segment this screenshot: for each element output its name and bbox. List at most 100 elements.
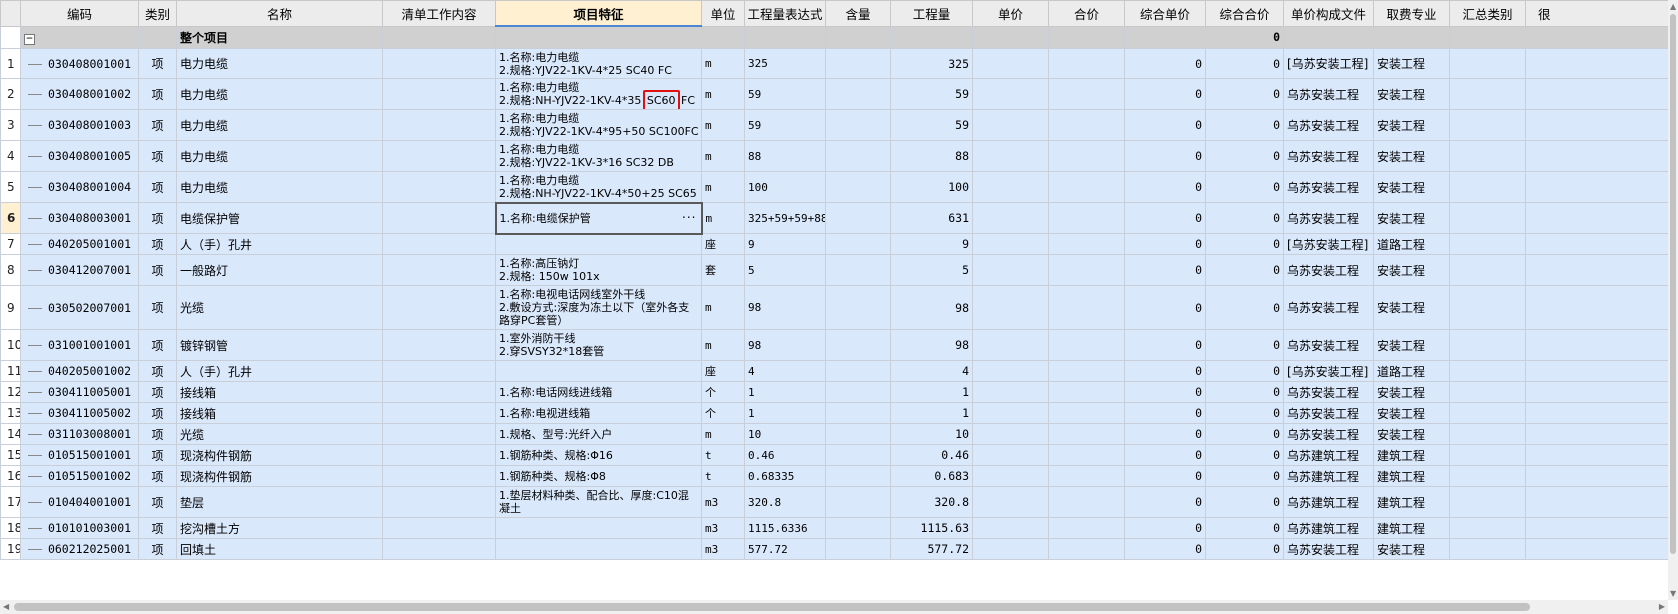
cell-unit-price[interactable] <box>972 78 1049 110</box>
cell-code[interactable]: 030408001003 <box>20 109 139 141</box>
cell-price-file[interactable]: [乌苏安装工程] <box>1283 48 1374 79</box>
cell-content[interactable] <box>825 202 891 234</box>
cell-quantity[interactable]: 100 <box>890 171 973 203</box>
cell-price-file[interactable]: 乌苏安装工程 <box>1283 423 1374 445</box>
cell-work-content[interactable] <box>382 538 496 560</box>
cell-content[interactable] <box>825 538 891 560</box>
cell-composite-unit-price[interactable]: 0 <box>1124 285 1206 330</box>
cell-item-features[interactable]: 1.垫层材料种类、配合比、厚度:C10混凝土 <box>495 486 702 518</box>
cell-category[interactable]: 项 <box>138 517 177 539</box>
cell-quantity[interactable]: 9 <box>890 233 973 255</box>
table-row[interactable]: 12030411005001项接线箱1.名称:电话网线进线箱个1100乌苏安装工… <box>0 381 1668 403</box>
cell-composite-amount[interactable]: 0 <box>1205 140 1284 172</box>
cell-composite-amount[interactable]: 0 <box>1205 360 1284 382</box>
cell-price-file[interactable]: [乌苏安装工程] <box>1283 360 1374 382</box>
header-item-features[interactable]: 项目特征 <box>495 0 702 27</box>
cell-fee-major[interactable]: 安装工程 <box>1373 109 1450 141</box>
cell-work-content[interactable] <box>382 109 496 141</box>
cell-work-content[interactable] <box>382 423 496 445</box>
header-content[interactable]: 含量 <box>825 0 891 27</box>
cell-item-features[interactable]: 1.钢筋种类、规格:Φ8 <box>495 465 702 487</box>
cell-summary-category[interactable] <box>1449 140 1526 172</box>
cell-name[interactable]: 电缆保护管 <box>176 202 383 234</box>
cell-composite-unit-price[interactable]: 0 <box>1124 254 1206 286</box>
cell-code[interactable]: 031001001001 <box>20 329 139 361</box>
header-corner[interactable] <box>0 0 21 27</box>
horizontal-scrollbar[interactable]: ◀ ▶ <box>0 600 1668 614</box>
scroll-up-icon[interactable]: ▲ <box>1670 2 1676 11</box>
cell-price-file[interactable]: 乌苏安装工程 <box>1283 402 1374 424</box>
table-row[interactable]: 13030411005002项接线箱1.名称:电视进线箱个1100乌苏安装工程安… <box>0 402 1668 424</box>
header-summary-category[interactable]: 汇总类别 <box>1449 0 1526 27</box>
table-row[interactable]: 14031103008001项光缆1.规格、型号:光纤入户m101000乌苏安装… <box>0 423 1668 445</box>
cell-extra[interactable] <box>1525 517 1668 539</box>
cell-composite-unit-price[interactable]: 0 <box>1124 538 1206 560</box>
cell-content[interactable] <box>825 517 891 539</box>
cell-composite-unit-price[interactable]: 0 <box>1124 381 1206 403</box>
table-row[interactable]: 18 010101003001 项挖沟槽土方 m31115.6336 1115.63 00… <box>0 517 1668 539</box>
cell-category[interactable]: 项 <box>138 48 177 79</box>
table-row[interactable]: 11040205001002项人（手）孔井座4400[乌苏安装工程]道路工程 <box>0 360 1668 382</box>
cell-summary-category[interactable] <box>1449 402 1526 424</box>
header-category[interactable]: 类别 <box>138 0 177 27</box>
cell-unit[interactable]: t <box>701 465 745 487</box>
cell-category[interactable]: 项 <box>138 285 177 330</box>
cell-code[interactable]: 030411005001 <box>20 381 139 403</box>
cell-quantity[interactable]: 0.46 <box>890 444 973 466</box>
cell-code[interactable]: 040205001002 <box>20 360 139 382</box>
cell-fee-major[interactable]: 安装工程 <box>1373 381 1450 403</box>
cell-amount[interactable] <box>1048 360 1125 382</box>
cell-name[interactable]: 电力电缆 <box>176 171 383 203</box>
row-number[interactable]: 15 <box>0 444 21 466</box>
cell-unit[interactable]: m3 <box>701 517 745 539</box>
cell-content[interactable] <box>825 140 891 172</box>
total-project-row[interactable]: − 整个项目 0 <box>0 25 1668 49</box>
cell-work-content[interactable] <box>382 517 496 539</box>
table-row[interactable]: 7 040205001001 项人（手）孔井座 9 9 0 0 [乌苏安装工程] 道路工程 <box>0 233 1668 255</box>
cell-composite-unit-price[interactable]: 0 <box>1124 360 1206 382</box>
cell-extra[interactable] <box>1525 140 1668 172</box>
cell-category[interactable]: 项 <box>138 423 177 445</box>
row-number[interactable]: 7 <box>0 233 21 255</box>
cell-price-file[interactable]: 乌苏安装工程 <box>1283 78 1374 110</box>
cell-fee-major[interactable]: 建筑工程 <box>1373 444 1450 466</box>
cell-price-file[interactable]: 乌苏安装工程 <box>1283 109 1374 141</box>
cell-extra[interactable] <box>1525 202 1668 234</box>
cell-summary-category[interactable] <box>1449 465 1526 487</box>
cell-name[interactable]: 回填土 <box>176 538 383 560</box>
cell-item-features[interactable] <box>495 233 702 255</box>
row-number[interactable]: 4 <box>0 140 21 172</box>
cell-fee-major[interactable]: 道路工程 <box>1373 360 1450 382</box>
cell-code[interactable]: 010515001001 <box>20 444 139 466</box>
cell-name[interactable]: 光缆 <box>176 285 383 330</box>
cell-fee-major[interactable]: 安装工程 <box>1373 423 1450 445</box>
cell-amount[interactable] <box>1048 402 1125 424</box>
cell-amount[interactable] <box>1048 140 1125 172</box>
cell-unit[interactable]: m <box>701 329 745 361</box>
cell-quantity-expression[interactable]: 1 <box>744 381 826 403</box>
cell-content[interactable] <box>825 329 891 361</box>
cell-composite-amount[interactable]: 0 <box>1205 78 1284 110</box>
cell-extra[interactable] <box>1525 423 1668 445</box>
cell-extra[interactable] <box>1525 109 1668 141</box>
cell-composite-unit-price[interactable]: 0 <box>1124 140 1206 172</box>
row-number[interactable]: 17 <box>0 486 21 518</box>
header-unit[interactable]: 单位 <box>701 0 745 27</box>
cell-composite-amount[interactable]: 0 <box>1205 329 1284 361</box>
cell-composite-unit-price[interactable]: 0 <box>1124 202 1206 234</box>
cell-unit-price[interactable] <box>972 48 1049 79</box>
cell-unit-price[interactable] <box>972 360 1049 382</box>
cell-amount[interactable] <box>1048 48 1125 79</box>
cell-work-content[interactable] <box>382 285 496 330</box>
cell-item-features[interactable]: 1.名称:电视电话网线室外干线 2.敷设方式:深度为冻土以下（室外各支路穿PC套管… <box>495 285 702 330</box>
cell-unit-price[interactable] <box>972 329 1049 361</box>
cell-summary-category[interactable] <box>1449 171 1526 203</box>
table-row[interactable]: 9 030502007001 项光缆 1.名称:电视电话网线室外干线 2.敷设方式:深度… <box>0 285 1668 330</box>
cell-item-features[interactable]: 1.名称:电视进线箱 <box>495 402 702 424</box>
scroll-right-icon[interactable]: ▶ <box>1659 602 1665 611</box>
cell-item-features[interactable] <box>495 360 702 382</box>
cell-unit[interactable]: m <box>701 202 745 234</box>
cell-unit[interactable]: 座 <box>701 233 745 255</box>
cell-item-features[interactable] <box>495 517 702 539</box>
cell-unit-price[interactable] <box>972 517 1049 539</box>
